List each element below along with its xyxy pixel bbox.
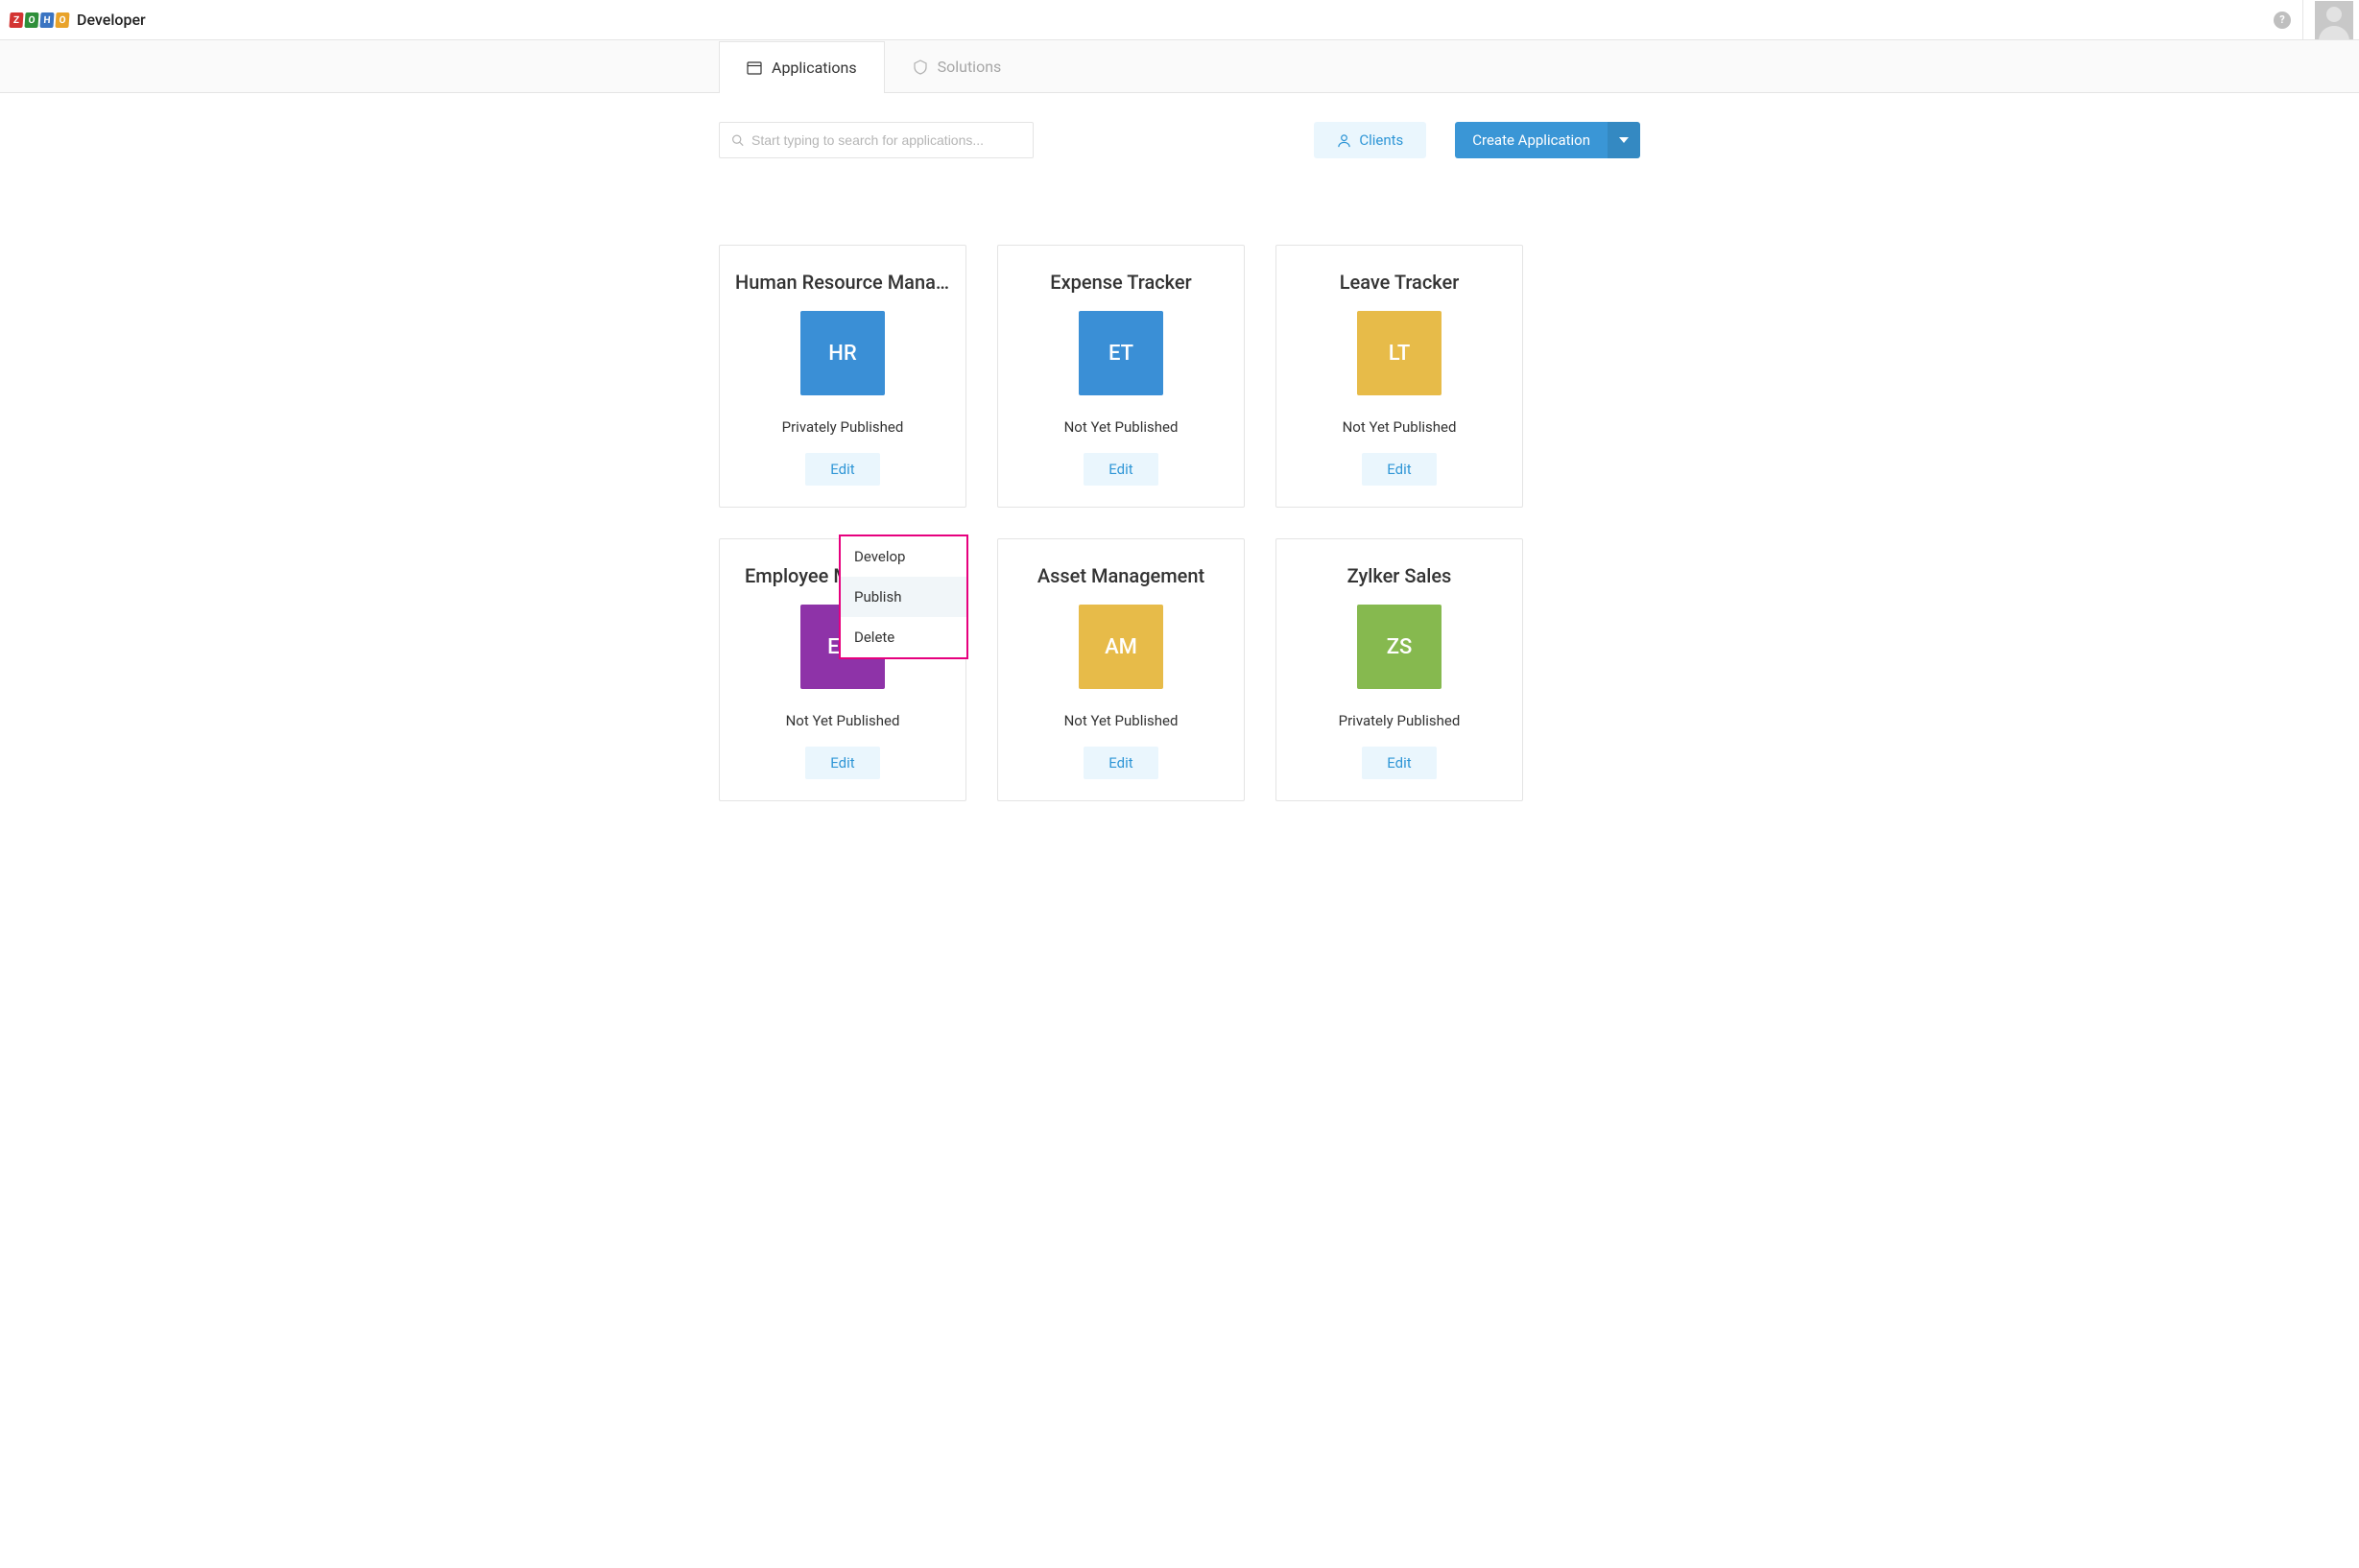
app-badge: ET — [1079, 311, 1163, 395]
logo-letter: O — [55, 12, 69, 28]
zoho-logo: Z O H O — [10, 12, 69, 28]
app-status: Not Yet Published — [1064, 712, 1179, 729]
user-avatar[interactable] — [2315, 1, 2353, 39]
app-status: Not Yet Published — [1064, 418, 1179, 436]
tab-solutions[interactable]: Solutions — [885, 40, 1030, 92]
brand-title: Developer — [77, 11, 146, 29]
search-icon — [731, 133, 744, 147]
app-title: Expense Tracker — [1010, 271, 1232, 294]
clients-label: Clients — [1359, 131, 1403, 149]
create-application-dropdown[interactable] — [1608, 122, 1640, 158]
app-card[interactable]: Human Resource Management HR Privately P… — [719, 245, 966, 508]
app-card[interactable]: Expense Tracker ET Not Yet Published Edi… — [997, 245, 1245, 508]
app-title: Asset Management — [1010, 564, 1232, 587]
logo-letter: Z — [9, 12, 23, 28]
content: Clients Create Application Human Resourc… — [719, 93, 1640, 859]
chevron-down-icon — [1619, 137, 1629, 143]
applications-grid: Human Resource Management HR Privately P… — [719, 245, 1640, 801]
context-menu-item-develop[interactable]: Develop — [841, 536, 966, 577]
app-header: Z O H O Developer ? — [0, 0, 2359, 40]
logo-letter: O — [24, 12, 38, 28]
tab-label: Applications — [772, 59, 857, 77]
context-menu-item-publish[interactable]: Publish — [841, 577, 966, 617]
person-icon — [1337, 133, 1351, 148]
app-title: Leave Tracker — [1288, 271, 1511, 294]
app-title: Zylker Sales — [1288, 564, 1511, 587]
app-card[interactable]: Leave Tracker LT Not Yet Published Edit — [1275, 245, 1523, 508]
solutions-icon — [913, 59, 928, 75]
search-box[interactable] — [719, 122, 1034, 158]
context-menu: Develop Publish Delete — [839, 535, 968, 659]
edit-button[interactable]: Edit — [1084, 747, 1157, 779]
create-application-label: Create Application — [1455, 122, 1608, 158]
app-status: Not Yet Published — [1343, 418, 1457, 436]
edit-button[interactable]: Edit — [805, 453, 879, 486]
app-status: Not Yet Published — [786, 712, 900, 729]
app-status: Privately Published — [1339, 712, 1461, 729]
app-card[interactable]: Asset Management AM Not Yet Published Ed… — [997, 538, 1245, 801]
help-icon[interactable]: ? — [2274, 12, 2291, 29]
edit-button[interactable]: Edit — [805, 747, 879, 779]
app-badge: LT — [1357, 311, 1442, 395]
tab-label: Solutions — [938, 58, 1002, 76]
toolbar: Clients Create Application — [719, 122, 1640, 158]
edit-button[interactable]: Edit — [1084, 453, 1157, 486]
context-menu-item-delete[interactable]: Delete — [841, 617, 966, 657]
clients-button[interactable]: Clients — [1314, 122, 1426, 158]
app-badge: ZS — [1357, 605, 1442, 689]
tabbar: Applications Solutions — [0, 40, 2359, 93]
divider — [2302, 0, 2303, 39]
edit-button[interactable]: Edit — [1362, 747, 1436, 779]
app-card[interactable]: Employee Management EM Not Yet Published… — [719, 538, 966, 801]
header-right: ? — [2274, 0, 2353, 39]
app-title: Human Resource Management — [731, 271, 954, 294]
app-status: Privately Published — [782, 418, 904, 436]
app-badge: AM — [1079, 605, 1163, 689]
app-badge: HR — [800, 311, 885, 395]
logo-letter: H — [39, 12, 54, 28]
brand: Z O H O Developer — [10, 11, 146, 29]
app-card[interactable]: Zylker Sales ZS Privately Published Edit — [1275, 538, 1523, 801]
applications-icon — [747, 60, 762, 76]
tab-applications[interactable]: Applications — [719, 41, 885, 93]
search-input[interactable] — [751, 132, 1021, 148]
create-application-button[interactable]: Create Application — [1455, 122, 1640, 158]
edit-button[interactable]: Edit — [1362, 453, 1436, 486]
